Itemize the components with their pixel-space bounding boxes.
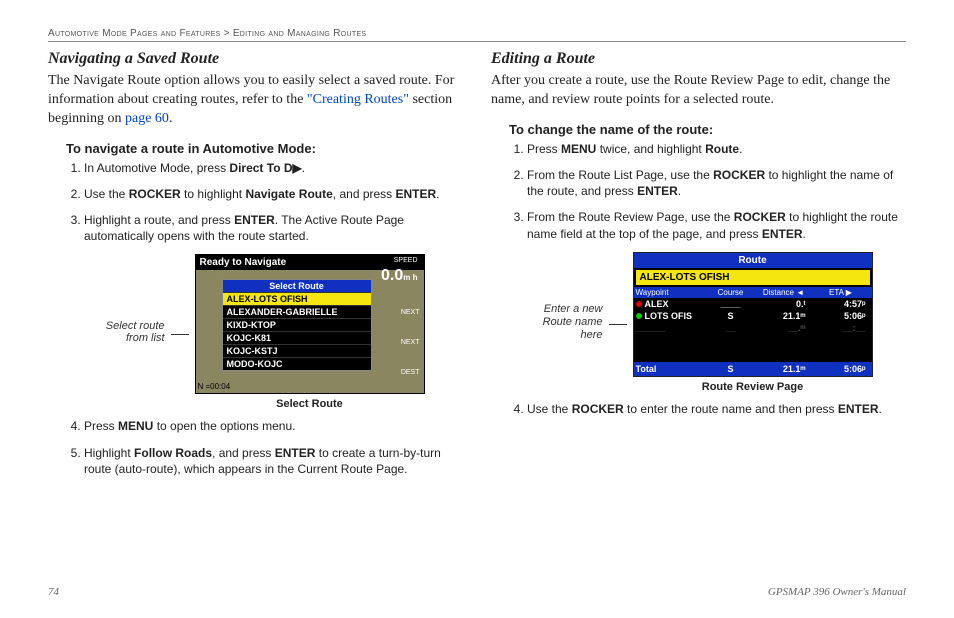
breadcrumb-sub: Editing and Managing Routes — [233, 28, 367, 39]
route-item: KOJC-KSTJ — [223, 344, 371, 357]
table-header: Waypoint Course Distance ◄ ETA ▶ — [634, 287, 872, 298]
waypoint-icon — [636, 301, 642, 307]
screenshot-select-route: Ready to Navigate SPEED 0.0m h NEXT NEXT… — [195, 254, 425, 394]
steps-left-cont: Press MENU to open the options menu. Hig… — [66, 418, 463, 477]
left-column: Navigating a Saved Route The Navigate Ro… — [48, 50, 463, 580]
step-3: Highlight a route, and press ENTER. The … — [84, 212, 463, 244]
page-number: 74 — [48, 586, 59, 598]
route-item: KIXD-KTOP — [223, 318, 371, 331]
screenshot-route-review: Route ALEX-LOTS OFISH Waypoint Course Di… — [633, 252, 873, 377]
footer: 74 GPSMAP 396 Owner's Manual — [48, 580, 906, 598]
route-item: MODO-KOJC — [223, 357, 371, 370]
link-page-60[interactable]: page 60 — [125, 111, 169, 126]
figure-select-route: Select route from list Ready to Navigate… — [48, 254, 463, 410]
figure-caption-select-route: Select Route — [195, 398, 425, 410]
steps-right-cont: Use the ROCKER to enter the route name a… — [509, 401, 906, 417]
route-name-field: ALEX-LOTS OFISH — [635, 269, 871, 286]
figure-caption-route-review: Route Review Page — [633, 381, 873, 393]
link-creating-routes[interactable]: "Creating Routes" — [307, 92, 409, 107]
heading-editing: Editing a Route — [491, 50, 906, 68]
total-row: Total S 21.1ᵐ 5:06ᵖ — [634, 362, 872, 376]
route-item: KOJC-K81 — [223, 331, 371, 344]
task-heading-right: To change the name of the route: — [509, 122, 906, 137]
step-4: Press MENU to open the options menu. — [84, 418, 463, 434]
figure-route-review: Enter a new Route name here Route ALEX-L… — [491, 252, 906, 393]
task-heading-left: To navigate a route in Automotive Mode: — [66, 141, 463, 156]
step-r1: Press MENU twice, and highlight Route. — [527, 141, 906, 157]
step-5: Highlight Follow Roads, and press ENTER … — [84, 445, 463, 477]
table-row: ALEX ____ 0.ᵗ 4:57ᵖ — [634, 298, 872, 310]
breadcrumb-section: Automotive Mode Pages and Features — [48, 28, 221, 39]
callout-route-name: Enter a new Route name here — [525, 303, 603, 341]
steps-right: Press MENU twice, and highlight Route. F… — [509, 141, 906, 242]
callout-select-route: Select route from list — [87, 320, 165, 345]
step-r2: From the Route List Page, use the ROCKER… — [527, 167, 906, 199]
manual-title: GPSMAP 396 Owner's Manual — [768, 586, 906, 598]
intro-right: After you create a route, use the Route … — [491, 72, 906, 110]
right-column: Editing a Route After you create a route… — [491, 50, 906, 580]
step-1: In Automotive Mode, press Direct To D▶. — [84, 160, 463, 176]
table-row: ______ __ __.ᵐ __:__ — [634, 322, 872, 334]
route-item-selected: ALEX-LOTS OFISH — [223, 292, 371, 305]
step-r3: From the Route Review Page, use the ROCK… — [527, 209, 906, 241]
table-row: LOTS OFIS S 21.1ᵐ 5:06ᵖ — [634, 310, 872, 322]
step-2: Use the ROCKER to highlight Navigate Rou… — [84, 186, 463, 202]
waypoint-icon — [636, 313, 642, 319]
steps-left: In Automotive Mode, press Direct To D▶. … — [66, 160, 463, 245]
direct-to-icon: D▶ — [284, 161, 302, 175]
step-r4: Use the ROCKER to enter the route name a… — [527, 401, 906, 417]
select-route-popup: Select Route ALEX-LOTS OFISH ALEXANDER-G… — [222, 279, 372, 371]
heading-navigating: Navigating a Saved Route — [48, 50, 463, 68]
intro-left: The Navigate Route option allows you to … — [48, 72, 463, 129]
breadcrumb: Automotive Mode Pages and Features > Edi… — [48, 28, 906, 42]
route-item: ALEXANDER-GABRIELLE — [223, 305, 371, 318]
